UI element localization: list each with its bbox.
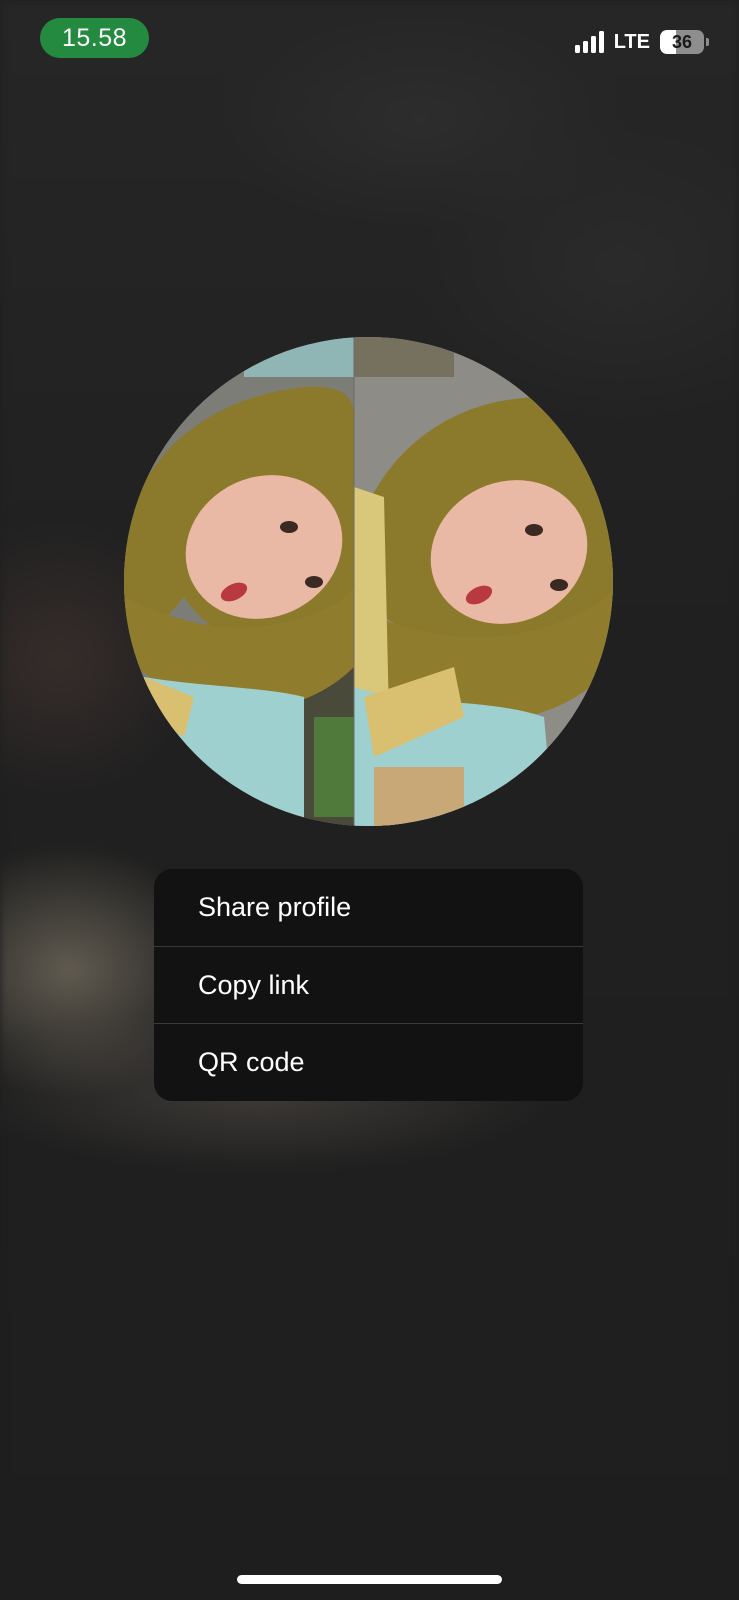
cellular-signal-icon (574, 31, 604, 53)
qr-code-menu-item[interactable]: QR code (154, 1023, 583, 1100)
status-time[interactable]: 15.58 (40, 18, 149, 58)
copy-link-menu-item[interactable]: Copy link (154, 946, 583, 1023)
home-indicator[interactable] (237, 1575, 502, 1584)
share-profile-menu-item[interactable]: Share profile (154, 869, 583, 946)
status-bar: 15.58 LTE 36 (0, 0, 739, 80)
status-indicators: LTE 36 (574, 30, 709, 54)
context-menu: Share profile Copy link QR code (154, 869, 583, 1101)
battery-level: 36 (671, 31, 693, 52)
profile-photo[interactable] (124, 337, 613, 826)
battery-icon: 36 (660, 30, 704, 54)
profile-photo-image (124, 337, 613, 826)
battery-tip (706, 38, 709, 46)
network-type: LTE (613, 30, 650, 53)
